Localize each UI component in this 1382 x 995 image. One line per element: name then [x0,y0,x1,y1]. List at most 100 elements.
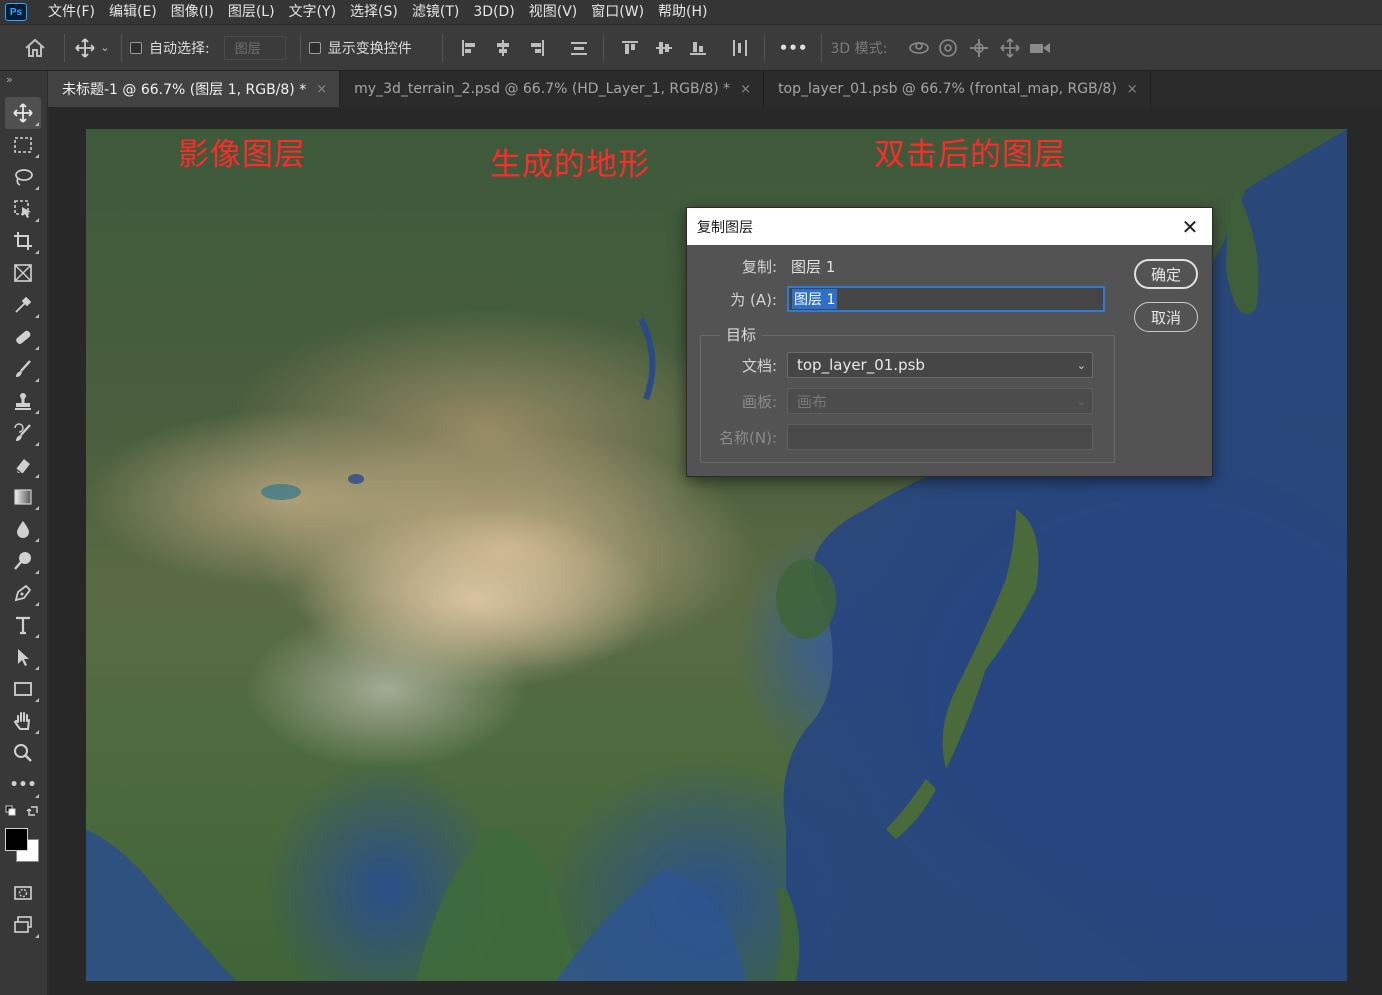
ok-button[interactable]: 确定 [1134,259,1198,289]
menu-view[interactable]: 视图(V) [522,0,585,24]
3d-orbit-icon[interactable] [905,33,933,63]
tab-untitled-1[interactable]: 未标题-1 @ 66.7% (图层 1, RGB/8) * × [48,71,341,107]
path-selection-tool[interactable] [5,641,41,673]
menu-help[interactable]: 帮助(H) [651,0,714,24]
menu-layer[interactable]: 图层(L) [221,0,282,24]
move-tool[interactable] [5,97,41,129]
align-group [459,38,589,58]
object-selection-tool[interactable] [5,193,41,225]
screen-mode-button[interactable] [5,909,41,941]
separator [763,33,765,62]
align-top-icon[interactable] [620,38,640,58]
hand-tool[interactable] [5,705,41,737]
align-vcenter-icon[interactable] [654,38,674,58]
align-right-icon[interactable] [527,38,547,58]
frame-icon [14,264,32,282]
auto-select-dropdown[interactable]: 图层 [223,35,286,60]
move-icon [13,103,33,123]
brush-icon [16,360,31,377]
default-colors-icon[interactable] [5,805,17,817]
dodge-icon [14,552,31,570]
close-icon[interactable]: × [316,82,327,97]
dodge-tool[interactable] [5,545,41,577]
as-label: 为 (A): [730,290,777,309]
auto-select-checkbox[interactable] [130,41,142,54]
generated-terrain-label: 生成的地形 [490,147,650,183]
crop-tool[interactable] [5,225,41,257]
menu-select[interactable]: 选择(S) [343,0,405,24]
show-transform-checkbox[interactable] [308,41,321,54]
brush-tool[interactable] [5,353,41,385]
options-bar: ⌄ 自动选择: 图层 显示变换控件 ••• 3D 模式: [0,24,1382,71]
history-brush-tool[interactable] [5,417,41,449]
pen-tool[interactable] [5,577,41,609]
swap-colors-icon[interactable] [26,804,40,818]
blur-tool[interactable] [5,513,41,545]
healing-brush-tool[interactable] [5,321,41,353]
chevron-down-icon[interactable]: ⌄ [97,33,113,63]
duplicate-label: 复制: [741,258,777,276]
eraser-tool[interactable] [5,449,41,481]
frame-tool[interactable] [5,257,41,289]
home-icon[interactable] [22,33,48,63]
tab-label: my_3d_terrain_2.psd @ 66.7% (HD_Layer_1,… [354,81,731,97]
align-left-icon[interactable] [459,38,479,58]
name-row: 名称(N): [687,424,1093,450]
tab-my-3d-terrain[interactable]: my_3d_terrain_2.psd @ 66.7% (HD_Layer_1,… [340,71,765,107]
close-icon[interactable]: × [1127,82,1138,97]
crop-icon [14,232,32,250]
close-icon[interactable]: × [740,82,751,97]
type-tool[interactable] [5,609,41,641]
panel-collapse-icon[interactable]: » [0,71,47,97]
marquee-tool[interactable] [5,129,41,161]
gradient-tool[interactable] [5,481,41,513]
distribute-vertical-icon[interactable] [569,38,589,58]
lasso-tool[interactable] [5,161,41,193]
chevron-down-icon: ⌄ [1076,394,1086,408]
history-brush-icon [14,423,31,441]
close-icon[interactable]: ✕ [1178,217,1202,237]
screen-mode-icon [14,916,32,933]
3d-slide-icon[interactable] [995,33,1025,63]
align-hcenter-icon[interactable] [493,38,513,58]
droplet-icon [17,521,29,538]
menu-edit[interactable]: 编辑(E) [102,0,164,24]
foreground-color-swatch[interactable] [5,828,28,851]
3d-pan-icon[interactable] [963,33,995,63]
menu-type[interactable]: 文字(Y) [282,0,343,24]
cancel-button[interactable]: 取消 [1134,302,1198,332]
move-tool-preset-icon[interactable] [73,33,97,63]
separator [64,33,65,62]
menu-window[interactable]: 窗口(W) [584,0,651,24]
edit-toolbar-button[interactable]: ••• [5,769,41,801]
as-row: 为 (A): 图层 1 [687,286,1105,312]
3d-scale-camera-icon[interactable] [1025,33,1055,63]
separator [121,33,122,62]
quick-mask-button[interactable] [5,877,41,909]
menu-file[interactable]: 文件(F) [41,0,102,24]
duplicate-layer-dialog: 复制图层 ✕ 复制: 图层 1 为 (A): 图层 1 确定 取消 目标 文档:… [686,207,1213,477]
tab-top-layer[interactable]: top_layer_01.psb @ 66.7% (frontal_map, R… [764,71,1151,107]
align-bottom-icon[interactable] [688,38,708,58]
clone-stamp-tool[interactable] [5,385,41,417]
as-name-input[interactable]: 图层 1 [787,286,1105,312]
menu-image[interactable]: 图像(I) [164,0,221,24]
3d-roll-icon[interactable] [933,33,963,63]
eyedropper-tool[interactable] [5,289,41,321]
distribute-horizontal-icon[interactable] [730,38,750,58]
document-tabs: 未标题-1 @ 66.7% (图层 1, RGB/8) * × my_3d_te… [48,71,1382,107]
dialog-titlebar[interactable]: 复制图层 ✕ [687,208,1212,245]
tab-label: 未标题-1 @ 66.7% (图层 1, RGB/8) * [62,82,307,98]
more-options-button[interactable]: ••• [779,39,808,57]
pen-icon [14,584,32,602]
document-select[interactable]: top_layer_01.psb ⌄ [787,352,1093,378]
zoom-tool[interactable] [5,737,41,769]
menu-3d[interactable]: 3D(D) [466,0,521,24]
object-selection-icon [14,200,31,218]
gradient-icon [14,489,32,505]
menu-bar: Ps 文件(F) 编辑(E) 图像(I) 图层(L) 文字(Y) 选择(S) 滤… [0,0,1382,24]
photoshop-logo-icon[interactable]: Ps [5,3,27,21]
hand-icon [13,712,30,730]
rectangle-tool[interactable] [5,673,41,705]
menu-filter[interactable]: 滤镜(T) [405,0,466,24]
